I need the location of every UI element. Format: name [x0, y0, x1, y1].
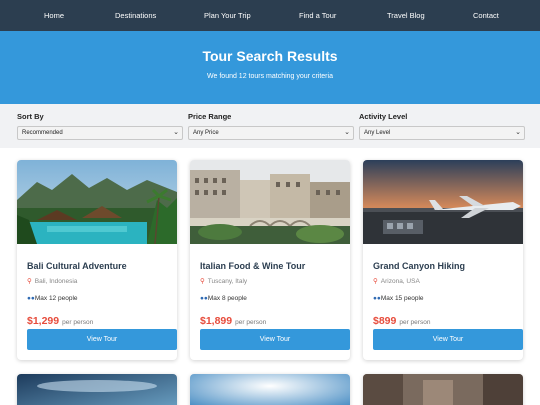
tour-price-unit: per person [399, 319, 431, 326]
chevron-down-icon: ⌄ [173, 129, 179, 136]
filter-bar: Sort By Recommended ⌄ Price Range Any Pr… [0, 104, 540, 148]
tour-location-text: Tuscany, Italy [207, 278, 248, 285]
tour-card-partial[interactable] [17, 374, 177, 405]
tour-group-text: Max 8 people [207, 295, 247, 302]
price-label: Price Range [188, 112, 232, 121]
nav-home[interactable]: Home [44, 11, 64, 20]
tour-card-partial[interactable] [190, 374, 350, 405]
tour-group-size: ●●Max 8 people [200, 295, 340, 302]
tour-group-size: ●●Max 12 people [27, 295, 167, 302]
tour-image-partial [190, 374, 350, 405]
activity-filter: Activity Level Any Level ⌄ [359, 112, 525, 140]
tour-price: $899 per person [373, 311, 513, 329]
tour-title: Bali Cultural Adventure [27, 261, 127, 271]
tour-image-bali [17, 160, 177, 245]
tour-location-text: Bali, Indonesia [34, 278, 78, 285]
sort-filter: Sort By Recommended ⌄ [17, 112, 183, 140]
tour-title: Grand Canyon Hiking [373, 261, 466, 271]
tour-card[interactable]: Italian Food & Wine Tour ⚲ Tuscany, Italy… [190, 160, 350, 360]
nav-plan-your-trip[interactable]: Plan Your Trip [204, 11, 251, 20]
tour-price: $1,299 per person [27, 311, 167, 329]
tour-image-partial [363, 374, 523, 405]
nav-travel-blog[interactable]: Travel Blog [387, 11, 425, 20]
tour-price-amount: $1,299 [27, 315, 60, 327]
tour-title: Italian Food & Wine Tour [200, 261, 306, 271]
view-tour-button[interactable]: View Tour [373, 329, 523, 350]
tour-price-amount: $1,899 [200, 315, 233, 327]
tour-price-unit: per person [62, 319, 94, 326]
tour-image-partial [17, 374, 177, 405]
tour-card-partial[interactable] [363, 374, 523, 405]
tour-location: ⚲ Bali, Indonesia [27, 277, 167, 285]
tour-location: ⚲ Arizona, USA [373, 277, 513, 285]
price-filter: Price Range Any Price ⌄ [188, 112, 354, 140]
tour-location: ⚲ Tuscany, Italy [200, 277, 340, 285]
tour-location-text: Arizona, USA [380, 278, 420, 285]
results-banner: Tour Search Results We found 12 tours ma… [0, 31, 540, 104]
top-navigation: Home Destinations Plan Your Trip Find a … [0, 0, 540, 31]
tour-price-unit: per person [235, 319, 267, 326]
sort-label: Sort By [17, 112, 44, 121]
activity-label: Activity Level [359, 112, 408, 121]
view-tour-button[interactable]: View Tour [200, 329, 350, 350]
map-pin-icon: ⚲ [200, 278, 205, 285]
tour-price: $1,899 per person [200, 311, 340, 329]
sort-select[interactable]: Recommended ⌄ [17, 126, 183, 140]
chevron-down-icon: ⌄ [344, 129, 350, 136]
tour-group-text: Max 12 people [34, 295, 78, 302]
map-pin-icon: ⚲ [27, 278, 32, 285]
people-icon: ●● [200, 295, 208, 302]
page-title: Tour Search Results [202, 48, 338, 64]
chevron-down-icon: ⌄ [515, 129, 521, 136]
activity-value: Any Level [364, 130, 391, 136]
tour-group-text: Max 15 people [380, 295, 424, 302]
tour-price-amount: $899 [373, 315, 397, 327]
price-select[interactable]: Any Price ⌄ [188, 126, 354, 140]
nav-destinations[interactable]: Destinations [115, 11, 156, 20]
results-count: We found 12 tours matching your criteria [207, 73, 333, 80]
nav-find-a-tour[interactable]: Find a Tour [299, 11, 336, 20]
map-pin-icon: ⚲ [373, 278, 378, 285]
tour-card[interactable]: Bali Cultural Adventure ⚲ Bali, Indonesia… [17, 160, 177, 360]
activity-select[interactable]: Any Level ⌄ [359, 126, 525, 140]
tour-image-italy [190, 160, 350, 244]
tour-card[interactable]: Grand Canyon Hiking ⚲ Arizona, USA ●●Max … [363, 160, 523, 360]
tour-image-arizona [363, 160, 523, 244]
sort-value: Recommended [22, 130, 63, 136]
people-icon: ●● [373, 295, 381, 302]
tour-group-size: ●●Max 15 people [373, 295, 513, 302]
nav-contact[interactable]: Contact [473, 11, 499, 20]
view-tour-button[interactable]: View Tour [27, 329, 177, 350]
price-value: Any Price [193, 130, 219, 136]
people-icon: ●● [27, 295, 35, 302]
